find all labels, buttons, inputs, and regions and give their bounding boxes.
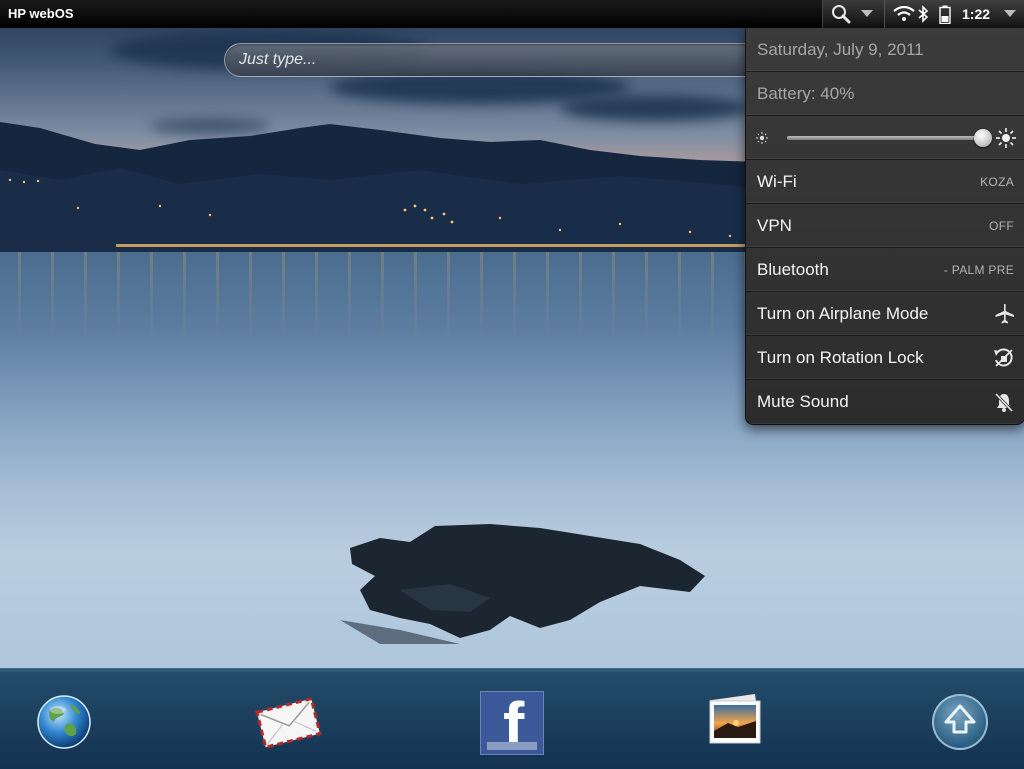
menu-item-rotation-lock[interactable]: Turn on Rotation Lock — [746, 336, 1024, 380]
chevron-down-icon — [1004, 10, 1016, 17]
menu-battery: Battery: 40% — [746, 72, 1024, 116]
launcher-button[interactable] — [932, 694, 988, 750]
web-browser-icon[interactable] — [36, 694, 92, 750]
facebook-icon[interactable]: f — [480, 690, 544, 760]
menu-item-label: Bluetooth — [757, 260, 829, 279]
menu-item-label: Mute Sound — [757, 392, 849, 411]
chevron-down-icon — [861, 10, 873, 17]
menu-item-label: Wi-Fi — [757, 172, 797, 191]
menu-battery-label: Battery: 40% — [757, 84, 855, 103]
brightness-row — [746, 116, 1024, 160]
search-icon — [832, 5, 851, 24]
email-icon[interactable] — [254, 693, 322, 749]
menu-item-label: VPN — [757, 216, 792, 235]
menu-item-vpn[interactable]: VPN OFF — [746, 204, 1024, 248]
wifi-network-value: KOZA — [980, 175, 1014, 189]
menu-item-airplane-mode[interactable]: Turn on Airplane Mode — [746, 292, 1024, 336]
status-bar: HP webOS 1:22 — [0, 0, 1024, 28]
clock: 1:22 — [962, 6, 991, 22]
menu-date: Saturday, July 9, 2011 — [746, 28, 1024, 72]
menu-item-wifi[interactable]: Wi-Fi KOZA — [746, 160, 1024, 204]
system-menu: Saturday, July 9, 2011 Battery: 40% Wi-F… — [745, 28, 1024, 425]
photos-icon[interactable] — [704, 693, 766, 749]
bluetooth-icon — [918, 5, 929, 23]
brightness-slider-thumb[interactable] — [974, 129, 992, 147]
just-type-search-input[interactable] — [224, 43, 764, 77]
device-name[interactable]: HP webOS — [8, 6, 74, 21]
menu-item-bluetooth[interactable]: Bluetooth - PALM PRE — [746, 248, 1024, 292]
rotation-lock-icon — [994, 348, 1013, 367]
wifi-icon — [893, 6, 915, 21]
menu-item-mute-sound[interactable]: Mute Sound — [746, 380, 1024, 424]
search-menu-button[interactable] — [822, 0, 885, 28]
brightness-high-icon — [996, 128, 1016, 148]
mute-icon — [994, 392, 1014, 413]
battery-icon — [939, 5, 951, 24]
quick-launch-dock: f — [0, 668, 1024, 769]
brightness-low-icon — [756, 132, 768, 144]
airplane-icon — [995, 304, 1014, 324]
menu-date-label: Saturday, July 9, 2011 — [757, 40, 924, 59]
system-menu-button[interactable]: 1:22 — [884, 0, 1024, 28]
brightness-slider-track[interactable] — [787, 136, 983, 140]
launcher-icon — [944, 704, 976, 734]
menu-item-label: Turn on Rotation Lock — [757, 348, 924, 367]
menu-item-label: Turn on Airplane Mode — [757, 304, 929, 323]
bluetooth-device-value: - PALM PRE — [943, 263, 1014, 277]
facebook-logo-bar — [487, 742, 537, 750]
wallpaper-rock — [340, 524, 705, 644]
vpn-status-value: OFF — [989, 219, 1014, 233]
